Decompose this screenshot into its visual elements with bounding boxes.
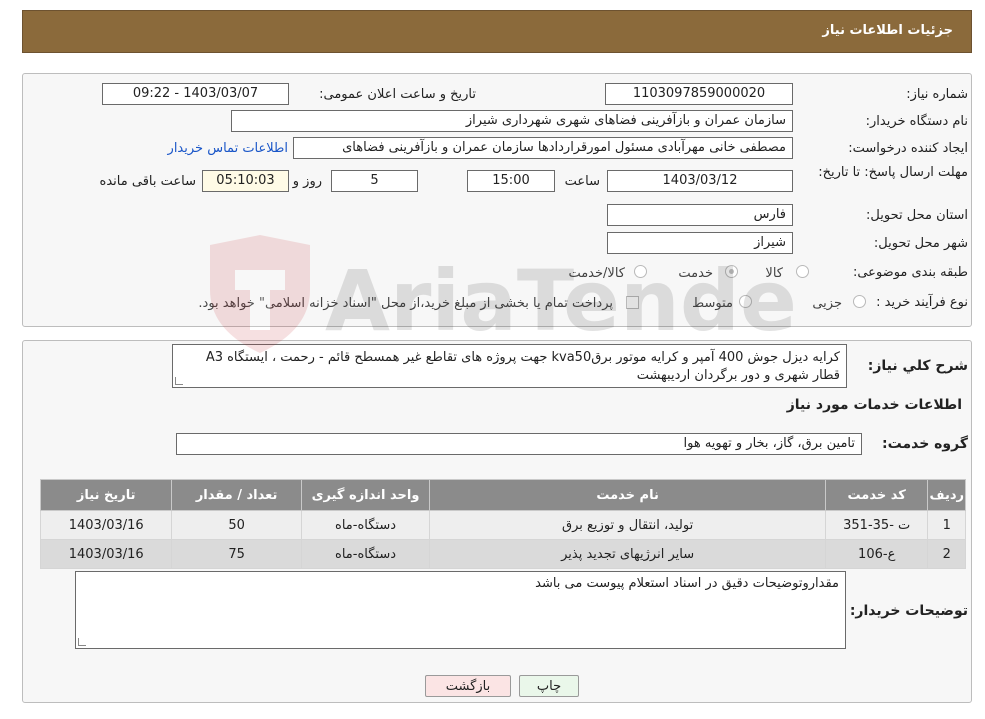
- category-radio-goods-service[interactable]: [634, 265, 647, 278]
- category-radio-service[interactable]: [725, 265, 738, 278]
- category-label: طبقه بندی موضوعی:: [852, 265, 968, 280]
- description-label: شرح کلي نياز:: [867, 358, 968, 374]
- col-unit: واحد اندازه گیری: [300, 479, 431, 511]
- cell-name: تولید، انتقال و توزیع برق: [429, 510, 826, 540]
- buyer-notes-label: توضیحات خریدار:: [849, 603, 968, 619]
- table-row: 1 ت -35-351 تولید، انتقال و توزیع برق دس…: [39, 510, 966, 540]
- col-code: کد خدمت: [824, 479, 929, 511]
- description-text: کرایه دیزل جوش 400 آمپر و کرایه موتور بر…: [205, 350, 840, 383]
- back-button[interactable]: بازگشت: [425, 675, 511, 697]
- col-qty: تعداد / مقدار: [171, 479, 302, 511]
- remaining-time-field: 05:10:03: [202, 170, 289, 192]
- cell-qty: 75: [171, 539, 302, 569]
- process-radio-medium[interactable]: [739, 295, 752, 308]
- buyer-notes-text: مقداروتوضیحات دقیق در اسناد استعلام پیوس…: [535, 576, 839, 591]
- need-number-field: 1103097859000020: [605, 83, 793, 105]
- category-option-service: خدمت: [678, 266, 713, 281]
- cell-qty: 50: [171, 510, 302, 540]
- category-radio-goods[interactable]: [796, 265, 809, 278]
- service-group-label: گروه خدمت:: [882, 436, 968, 452]
- category-option-goods: کالا: [765, 266, 783, 281]
- deadline-date-field: 1403/03/12: [607, 170, 793, 192]
- treasury-payment-checkbox[interactable]: [626, 296, 639, 309]
- services-section-title: اطلاعات خدمات مورد نیاز: [786, 397, 962, 413]
- buyer-notes-box: مقداروتوضیحات دقیق در اسناد استعلام پیوس…: [75, 571, 846, 649]
- creator-field: مصطفی خانی مهرآبادی مسئول امورقراردادها …: [293, 137, 793, 159]
- service-group-field: تامین برق، گاز، بخار و تهویه هوا: [176, 433, 862, 455]
- resize-handle-icon[interactable]: [175, 377, 183, 385]
- services-table: ردیف کد خدمت نام خدمت واحد اندازه گیری ت…: [39, 479, 966, 569]
- remaining-label: ساعت باقی مانده: [99, 174, 196, 189]
- deadline-time-field: 15:00: [467, 170, 555, 192]
- table-header-row: ردیف کد خدمت نام خدمت واحد اندازه گیری ت…: [39, 479, 966, 511]
- cell-date: 1403/03/16: [39, 510, 173, 540]
- cell-row: 1: [927, 510, 966, 540]
- process-option-minor: جزیی: [812, 296, 842, 311]
- province-label: استان محل تحویل:: [866, 208, 968, 223]
- days-label: روز و: [292, 174, 322, 189]
- cell-row: 2: [927, 539, 966, 569]
- cell-unit: دستگاه-ماه: [300, 510, 431, 540]
- city-label: شهر محل تحویل:: [873, 236, 968, 251]
- cell-code: ع-106: [824, 539, 929, 569]
- need-number-label: شماره نیاز:: [906, 87, 968, 102]
- page-header: جزئیات اطلاعات نیاز: [22, 10, 972, 53]
- print-button[interactable]: چاپ: [519, 675, 579, 697]
- process-label: نوع فرآیند خرید :: [876, 295, 968, 310]
- deadline-label: مهلت ارسال پاسخ: تا تاریخ:: [818, 165, 968, 180]
- category-option-goods-service: کالا/خدمت: [568, 266, 625, 281]
- table-row: 2 ع-106 سایر انرژیهای تجدید پذیر دستگاه-…: [39, 539, 966, 569]
- city-field: شیراز: [607, 232, 793, 254]
- deadline-time-label: ساعت: [564, 174, 600, 189]
- treasury-payment-note: پرداخت تمام یا بخشی از مبلغ خرید،از محل …: [198, 296, 613, 311]
- province-field: فارس: [607, 204, 793, 226]
- cell-code: ت -35-351: [824, 510, 929, 540]
- col-date: تاریخ نیاز: [39, 479, 173, 511]
- process-radio-minor[interactable]: [853, 295, 866, 308]
- resize-handle-icon[interactable]: [78, 638, 86, 646]
- creator-label: ایجاد کننده درخواست:: [848, 141, 968, 156]
- page-title: جزئیات اطلاعات نیاز: [822, 23, 953, 38]
- cell-unit: دستگاه-ماه: [300, 539, 431, 569]
- col-row: ردیف: [927, 479, 966, 511]
- buyer-contact-link[interactable]: اطلاعات تماس خریدار: [168, 141, 288, 156]
- col-name: نام خدمت: [429, 479, 826, 511]
- description-box: کرایه دیزل جوش 400 آمپر و کرایه موتور بر…: [172, 344, 847, 388]
- announce-field: 1403/03/07 - 09:22: [102, 83, 289, 105]
- announce-label: تاریخ و ساعت اعلان عمومی:: [319, 87, 476, 102]
- buyer-label: نام دستگاه خریدار:: [865, 114, 968, 129]
- days-field: 5: [331, 170, 418, 192]
- cell-date: 1403/03/16: [39, 539, 173, 569]
- cell-name: سایر انرژیهای تجدید پذیر: [429, 539, 826, 569]
- process-option-medium: متوسط: [692, 296, 733, 311]
- buyer-field: سازمان عمران و بازآفرینی فضاهای شهری شهر…: [231, 110, 793, 132]
